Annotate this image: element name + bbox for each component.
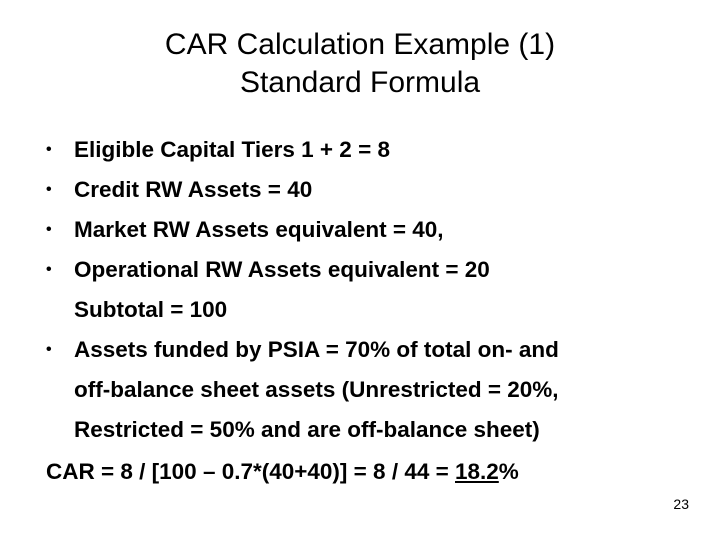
bullet-text: Assets funded by PSIA = 70% of total on-… bbox=[74, 337, 559, 362]
bullet-text: Market RW Assets equivalent = 40, bbox=[74, 217, 444, 242]
list-item: Market RW Assets equivalent = 40, bbox=[26, 210, 694, 250]
slide: CAR Calculation Example (1) Standard For… bbox=[0, 0, 720, 540]
car-formula-suffix: % bbox=[498, 459, 519, 484]
list-item: Credit RW Assets = 40 bbox=[26, 170, 694, 210]
list-item: Eligible Capital Tiers 1 + 2 = 8 bbox=[26, 130, 694, 170]
bullet-text: Eligible Capital Tiers 1 + 2 = 8 bbox=[74, 137, 390, 162]
list-item-subtotal: Subtotal = 100 bbox=[26, 290, 694, 330]
slide-title: CAR Calculation Example (1) Standard For… bbox=[0, 26, 720, 102]
car-result-value: 18.2 bbox=[455, 459, 499, 484]
subtotal-text: Subtotal = 100 bbox=[74, 297, 228, 322]
title-line-1: CAR Calculation Example (1) bbox=[164, 28, 556, 61]
page-number: 23 bbox=[673, 496, 689, 512]
list-item: Operational RW Assets equivalent = 20 bbox=[26, 250, 694, 290]
bullet-text-continuation-2: Restricted = 50% and are off-balance she… bbox=[74, 417, 540, 442]
car-formula-line: CAR = 8 / [100 – 0.7*(40+40)] = 8 / 44 =… bbox=[26, 452, 694, 492]
list-item: Assets funded by PSIA = 70% of total on-… bbox=[26, 330, 694, 450]
slide-body: Eligible Capital Tiers 1 + 2 = 8 Credit … bbox=[26, 130, 694, 492]
bullet-list: Eligible Capital Tiers 1 + 2 = 8 Credit … bbox=[26, 130, 694, 450]
title-line-2: Standard Formula bbox=[239, 66, 481, 99]
car-formula-prefix: CAR = 8 / [100 – 0.7*(40+40)] = 8 / 44 = bbox=[46, 459, 455, 484]
bullet-text: Operational RW Assets equivalent = 20 bbox=[74, 257, 490, 282]
bullet-text-continuation-1: off-balance sheet assets (Unrestricted =… bbox=[74, 377, 559, 402]
bullet-text: Credit RW Assets = 40 bbox=[74, 177, 313, 202]
